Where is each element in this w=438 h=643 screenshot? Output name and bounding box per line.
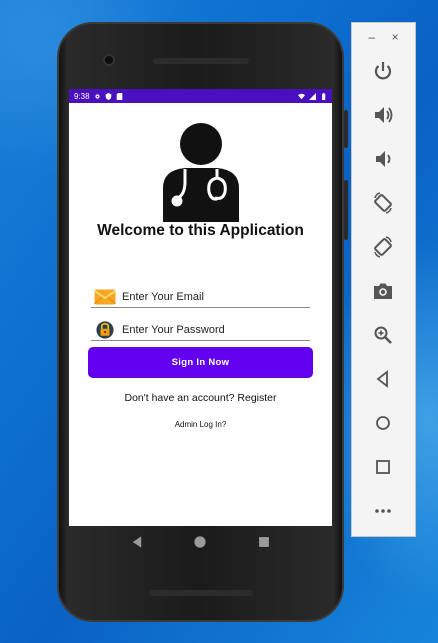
phone-screen: 9:38 Welcome to this Application Enter Y… xyxy=(69,89,332,526)
sd-card-icon xyxy=(116,92,122,100)
settings-icon xyxy=(94,93,100,99)
more-button[interactable] xyxy=(370,498,396,524)
home-icon xyxy=(376,416,390,430)
zoom-icon xyxy=(374,326,392,344)
register-link[interactable]: Don't have an account? Register xyxy=(69,392,332,404)
close-button[interactable]: × xyxy=(392,30,399,44)
more-icon xyxy=(375,509,391,513)
phone-power-side-button xyxy=(344,110,348,148)
front-camera xyxy=(103,54,115,66)
wifi-icon xyxy=(298,93,305,99)
email-input[interactable] xyxy=(122,290,302,303)
rotate-right-button[interactable] xyxy=(370,234,396,260)
minimize-button[interactable]: – xyxy=(368,30,375,44)
volume-up-button[interactable] xyxy=(370,102,396,128)
sign-in-button[interactable]: Sign In Now xyxy=(88,347,313,378)
overview-button[interactable] xyxy=(370,454,396,480)
password-field-row xyxy=(91,319,310,341)
nav-back-icon[interactable] xyxy=(130,535,144,549)
phone-volume-side-button xyxy=(344,180,348,240)
home-button[interactable] xyxy=(370,410,396,436)
signal-icon xyxy=(309,92,316,100)
bottom-speaker xyxy=(149,590,253,596)
screenshot-button[interactable] xyxy=(370,278,396,304)
back-button[interactable] xyxy=(370,366,396,392)
android-nav-bar xyxy=(69,526,332,558)
lock-icon xyxy=(96,320,114,339)
password-input[interactable] xyxy=(122,323,302,336)
power-button[interactable] xyxy=(370,58,396,84)
volume-down-icon xyxy=(376,151,391,167)
nav-home-icon[interactable] xyxy=(193,535,207,549)
nav-overview-icon[interactable] xyxy=(257,535,271,549)
earpiece xyxy=(153,58,249,64)
volume-down-button[interactable] xyxy=(370,146,396,172)
power-icon xyxy=(374,62,392,80)
email-field-row xyxy=(91,286,310,308)
zoom-button[interactable] xyxy=(370,322,396,348)
rotate-left-icon xyxy=(374,192,392,214)
camera-icon xyxy=(374,283,392,299)
status-bar: 9:38 xyxy=(69,89,332,103)
doctor-logo-icon xyxy=(163,123,239,222)
rotate-right-icon xyxy=(374,236,392,258)
emulator-control-panel: – × xyxy=(351,22,416,537)
welcome-heading: Welcome to this Application xyxy=(97,222,304,239)
volume-up-icon xyxy=(375,107,393,123)
rotate-left-button[interactable] xyxy=(370,190,396,216)
battery-icon xyxy=(322,92,326,100)
envelope-icon xyxy=(94,289,116,304)
overview-icon xyxy=(376,460,390,474)
shield-icon xyxy=(105,92,111,100)
admin-login-link[interactable]: Admin Log In? xyxy=(69,420,332,429)
back-icon xyxy=(376,370,388,388)
panel-header: – × xyxy=(352,23,415,51)
status-time: 9:38 xyxy=(74,91,90,101)
